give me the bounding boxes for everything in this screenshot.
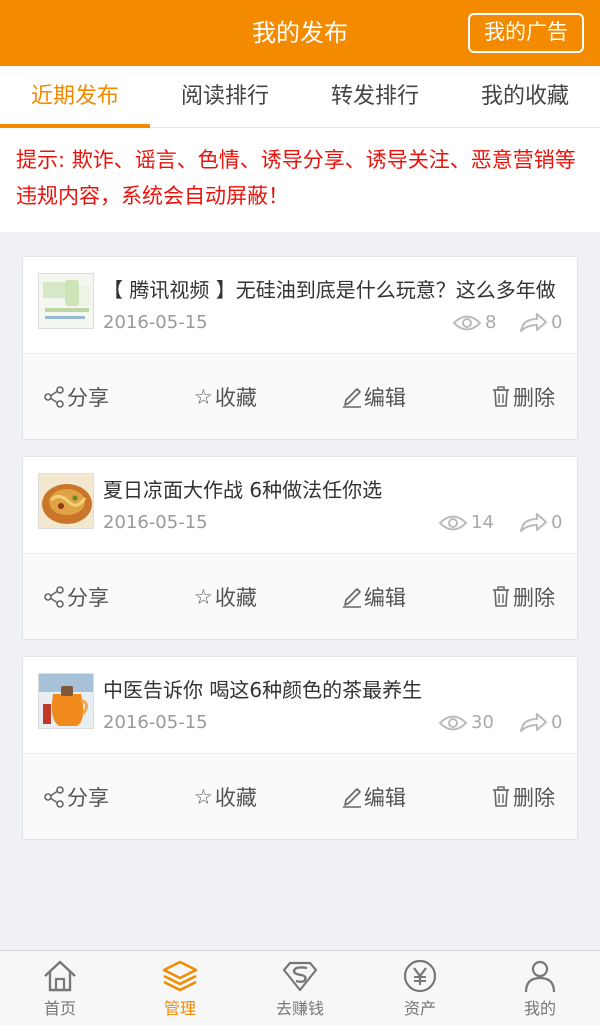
notice-text: 提示: 欺诈、谣言、色情、诱导分享、诱导关注、恶意营销等违规内容，系统会自动屏蔽…	[0, 128, 600, 232]
share-button[interactable]: 分享	[43, 582, 109, 612]
user-icon	[524, 960, 556, 993]
tab-recent[interactable]: 近期发布	[0, 66, 150, 128]
eye-icon	[439, 515, 467, 531]
post-title: 夏日凉面大作战 6种做法任你选	[103, 478, 383, 502]
edit-button[interactable]: 编辑	[342, 782, 406, 812]
share-button[interactable]: 分享	[43, 382, 109, 412]
trash-icon	[492, 385, 509, 407]
yen-icon	[403, 959, 437, 993]
forward-arrow-icon	[520, 513, 547, 532]
share-button[interactable]: 分享	[43, 782, 109, 812]
favorite-button[interactable]: ☆ 收藏	[194, 382, 257, 412]
favorite-label: 收藏	[214, 385, 257, 410]
tabbar-manage-label: 管理	[163, 999, 196, 1018]
forward-arrow-icon	[520, 713, 547, 732]
favorite-button[interactable]: ☆ 收藏	[194, 782, 257, 812]
tabbar-earn-label: 去赚钱	[275, 999, 324, 1018]
post-title: 中医告诉你 喝这6种颜色的茶最养生	[103, 678, 423, 702]
post-list: 【 腾讯视频 】无硅油到底是什么玩意？这么多年做 2016-05-15 8 0 …	[0, 232, 600, 840]
forward-count: 0	[519, 709, 562, 737]
post-thumbnail	[38, 673, 94, 729]
share-label: 分享	[67, 585, 109, 610]
post-date: 2016-05-15	[103, 512, 208, 533]
home-icon	[44, 960, 76, 992]
trash-icon	[492, 585, 509, 607]
share-icon	[44, 785, 64, 808]
eye-icon	[439, 715, 467, 731]
edit-label: 编辑	[363, 385, 406, 410]
tabbar-home-label: 首页	[43, 999, 76, 1018]
post-card: 夏日凉面大作战 6种做法任你选 2016-05-15 14 0 分享 ☆ 收藏	[22, 456, 578, 640]
pencil-icon	[342, 587, 361, 608]
delete-label: 删除	[512, 385, 555, 410]
edit-label: 编辑	[363, 585, 406, 610]
app-header: 我的发布 我的广告	[0, 0, 600, 66]
superman-icon	[282, 961, 318, 992]
eye-icon	[453, 315, 481, 331]
post-header[interactable]: 夏日凉面大作战 6种做法任你选 2016-05-15 14 0	[23, 457, 577, 553]
tab-read-ranking[interactable]: 阅读排行	[150, 66, 300, 127]
post-title: 【 腾讯视频 】无硅油到底是什么玩意？这么多年做	[103, 278, 556, 302]
tab-forward-ranking[interactable]: 转发排行	[300, 66, 450, 127]
post-card: 【 腾讯视频 】无硅油到底是什么玩意？这么多年做 2016-05-15 8 0 …	[22, 256, 578, 440]
view-count: 14	[439, 509, 494, 537]
post-actions: 分享 ☆ 收藏 编辑 删除	[23, 553, 577, 639]
post-actions: 分享 ☆ 收藏 编辑 删除	[23, 753, 577, 839]
tabbar-assets-label: 资产	[403, 999, 436, 1018]
delete-button[interactable]: 删除	[491, 382, 555, 412]
forward-count-value: 0	[551, 712, 563, 733]
my-ads-button[interactable]: 我的广告	[468, 13, 584, 53]
tabbar-home[interactable]: 首页	[0, 951, 120, 1025]
favorite-label: 收藏	[214, 785, 257, 810]
post-card: 中医告诉你 喝这6种颜色的茶最养生 2016-05-15 30 0 分享 ☆ 收…	[22, 656, 578, 840]
view-count: 8	[453, 309, 496, 337]
delete-button[interactable]: 删除	[491, 782, 555, 812]
view-count-value: 8	[485, 312, 497, 333]
view-count-value: 14	[471, 512, 494, 533]
post-header[interactable]: 中医告诉你 喝这6种颜色的茶最养生 2016-05-15 30 0	[23, 657, 577, 753]
share-icon	[44, 585, 64, 608]
tab-favorites[interactable]: 我的收藏	[450, 66, 600, 127]
delete-button[interactable]: 删除	[491, 582, 555, 612]
star-icon: ☆	[194, 584, 213, 609]
favorite-button[interactable]: ☆ 收藏	[194, 582, 257, 612]
edit-button[interactable]: 编辑	[342, 382, 406, 412]
pencil-icon	[342, 387, 361, 408]
post-header[interactable]: 【 腾讯视频 】无硅油到底是什么玩意？这么多年做 2016-05-15 8 0	[23, 257, 577, 353]
bottom-tab-bar: 首页 管理 去赚钱 资产 我的	[0, 950, 600, 1025]
share-icon	[44, 385, 64, 408]
star-icon: ☆	[194, 784, 213, 809]
share-label: 分享	[67, 385, 109, 410]
forward-count: 0	[519, 309, 562, 337]
post-date: 2016-05-15	[103, 312, 208, 333]
delete-label: 删除	[512, 585, 555, 610]
tabbar-mine[interactable]: 我的	[480, 951, 600, 1025]
layers-icon	[162, 960, 198, 992]
edit-button[interactable]: 编辑	[342, 582, 406, 612]
trash-icon	[492, 785, 509, 807]
tabbar-earn[interactable]: 去赚钱	[240, 951, 360, 1025]
forward-count-value: 0	[551, 512, 563, 533]
view-count-value: 30	[471, 712, 494, 733]
forward-count: 0	[519, 509, 562, 537]
star-icon: ☆	[194, 384, 213, 409]
tabbar-assets[interactable]: 资产	[360, 951, 480, 1025]
tab-bar-top: 近期发布 阅读排行 转发排行 我的收藏	[0, 66, 600, 128]
post-thumbnail	[38, 473, 94, 529]
tabbar-mine-label: 我的	[523, 999, 556, 1018]
post-thumbnail	[38, 273, 94, 329]
tabbar-manage[interactable]: 管理	[120, 951, 240, 1025]
delete-label: 删除	[512, 785, 555, 810]
post-actions: 分享 ☆ 收藏 编辑 删除	[23, 353, 577, 439]
pencil-icon	[342, 787, 361, 808]
view-count: 30	[439, 709, 494, 737]
forward-count-value: 0	[551, 312, 563, 333]
share-label: 分享	[67, 785, 109, 810]
forward-arrow-icon	[520, 313, 547, 332]
favorite-label: 收藏	[214, 585, 257, 610]
post-date: 2016-05-15	[103, 712, 208, 733]
edit-label: 编辑	[363, 785, 406, 810]
